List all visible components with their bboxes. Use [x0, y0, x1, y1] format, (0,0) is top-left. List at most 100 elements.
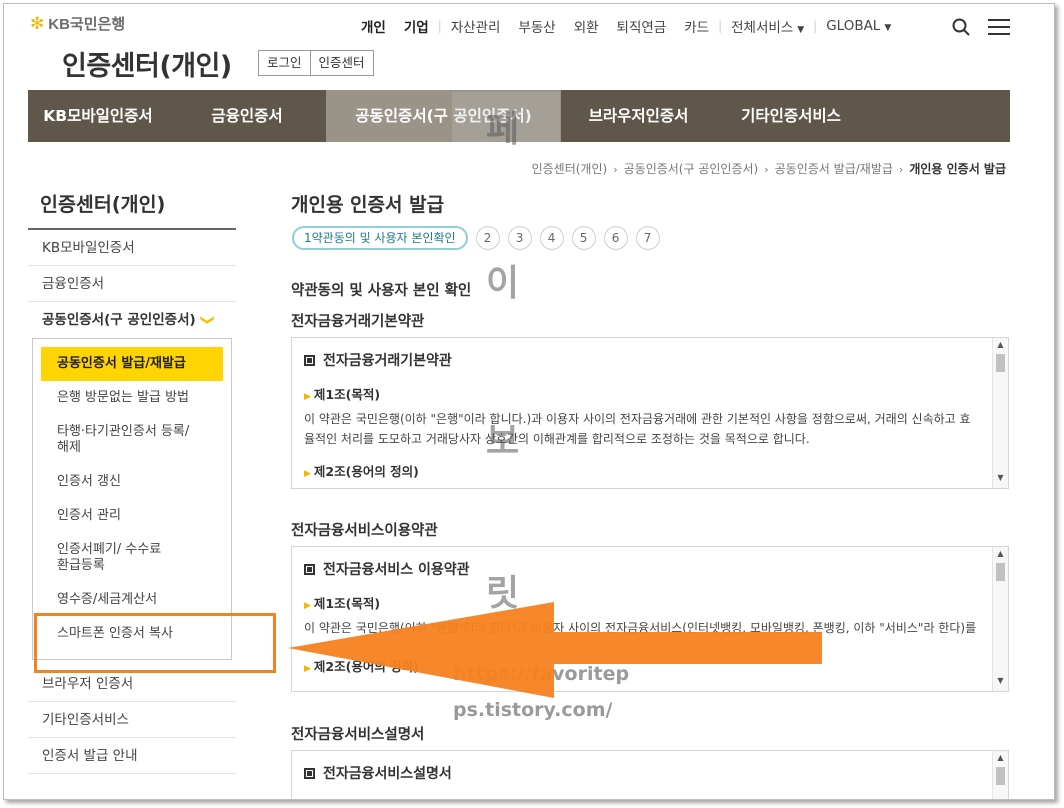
article-body: 이 약관은 국민은행(이하 "은행"이라 합니다.)과 이용자 사이의 전자금융…: [304, 412, 971, 446]
article-heading: ▶ 제1조(목적): [304, 384, 978, 403]
sidebar-item-kb-mobile[interactable]: KB모바일인증서: [28, 230, 236, 266]
step-number: 6: [603, 226, 628, 250]
terms-box-title-text: 전자금융거래기본약관: [323, 353, 452, 369]
terms-title: 전자금융서비스이용약관: [291, 523, 438, 539]
terms-box-title: 전자금융서비스 이용약관: [304, 559, 978, 579]
chevron-right-icon: ›: [613, 163, 618, 176]
gnb-tab-other-services[interactable]: 기타인증서비스: [716, 90, 866, 142]
step-number: 7: [635, 226, 660, 250]
gnb-tab-browser-cert[interactable]: 브라우저인증서: [561, 90, 716, 142]
chevron-right-icon: ›: [764, 163, 769, 176]
terms-scrollbar[interactable]: ▲ ▼: [992, 338, 1008, 488]
terms-box-title: 전자금융서비스설명서: [304, 763, 978, 783]
terms-box-title: 전자금융거래기본약관: [304, 350, 978, 370]
topnav-all-services-label: 전체서비스: [731, 20, 794, 36]
topnav-all-services[interactable]: 전체서비스 ▼: [722, 16, 813, 36]
sidebar-item-financial-cert[interactable]: 금융인증서: [28, 266, 236, 302]
terms-scrollbar[interactable]: ▲ ▼: [992, 547, 1008, 691]
square-bullet-icon: [304, 564, 315, 575]
terms-box[interactable]: 전자금융거래기본약관 ▶ 제1조(목적) 이 약관은 국민은행(이하 "은행"이라…: [291, 337, 1009, 489]
scroll-thumb[interactable]: [996, 767, 1005, 785]
search-icon[interactable]: [952, 18, 970, 36]
chevron-down-icon: ❯: [200, 314, 217, 326]
topnav-realestate[interactable]: 부동산: [509, 16, 564, 36]
breadcrumb-item[interactable]: 인증센터(개인): [532, 162, 608, 176]
sidebar-title: 인증센터(개인): [40, 193, 166, 216]
page-title: 개인용 인증서 발급: [291, 194, 445, 216]
terms-scrollbar[interactable]: ▲: [992, 751, 1008, 799]
step-number: 4: [539, 226, 564, 250]
scroll-up-icon[interactable]: ▲: [993, 549, 1008, 561]
section-heading: 약관동의 및 사용자 본인 확인: [291, 283, 472, 299]
top-navigation: 개인 기업 | 자산관리 부동산 외환 퇴직연금 카드 | 전체서비스 ▼ | G…: [352, 16, 900, 36]
kb-star-icon: ✻: [30, 13, 45, 34]
step-number: 3: [507, 226, 532, 250]
scroll-down-icon[interactable]: ▼: [993, 676, 1008, 688]
watermark-url: ps.tistory.com/: [453, 699, 613, 721]
scroll-thumb[interactable]: [996, 563, 1005, 581]
sidebar-after-items: 브라우저 인증서 기타인증서비스 인증서 발급 안내: [28, 666, 236, 774]
topnav-business[interactable]: 기업: [395, 16, 438, 36]
step-number: 5: [571, 226, 596, 250]
site-title: 인증센터(개인): [62, 51, 232, 82]
annotation-arrow-icon: [288, 602, 822, 698]
sidebar-item-other-services[interactable]: 기타인증서비스: [28, 702, 236, 738]
article-heading-text: 제2조(용어의 정의): [313, 464, 419, 479]
submenu-no-visit-issue[interactable]: 은행 방문없는 발급 방법: [33, 381, 231, 415]
terms-box-title-text: 전자금융서비스설명서: [323, 766, 452, 782]
scroll-thumb[interactable]: [996, 354, 1005, 372]
article-heading: ▶ 제2조(용어의 정의): [304, 461, 978, 480]
gnb-tab-financial-cert[interactable]: 금융인증서: [168, 90, 326, 142]
cert-center-button[interactable]: 인증센터: [309, 51, 373, 75]
login-button[interactable]: 로그인: [259, 51, 310, 75]
annotation-highlight-box: [34, 613, 276, 673]
submenu-manage[interactable]: 인증서 관리: [33, 499, 231, 533]
sidebar-item-issue-guide[interactable]: 인증서 발급 안내: [28, 738, 236, 774]
scroll-up-icon[interactable]: ▲: [993, 340, 1008, 352]
topnav-card[interactable]: 카드: [675, 16, 718, 36]
submenu-other-bank-register[interactable]: 타행·타기관인증서 등록/해제: [33, 415, 231, 465]
topnav-global[interactable]: GLOBAL ▼: [817, 18, 900, 34]
triangle-bullet-icon: ▶: [304, 469, 311, 479]
header-mini-tabs: 로그인 인증센터: [258, 50, 374, 76]
sidebar-item-label: 공동인증서(구 공인인증서): [42, 312, 196, 328]
logo-text: KB국민은행: [48, 16, 126, 33]
breadcrumb: 인증센터(개인) › 공동인증서(구 공인인증서) › 공동인증서 발급/재발급 › 개인용…: [532, 160, 1006, 177]
breadcrumb-current: 개인용 인증서 발급: [909, 162, 1006, 176]
triangle-bullet-icon: ▶: [304, 392, 311, 402]
submenu-renew[interactable]: 인증서 갱신: [33, 465, 231, 499]
kb-logo[interactable]: ✻ KB국민은행: [30, 13, 125, 34]
scroll-up-icon[interactable]: ▲: [993, 753, 1008, 765]
sidebar-menu: KB모바일인증서 금융인증서 공동인증서(구 공인인증서) ❯ 공동인증서 발급…: [28, 230, 236, 774]
watermark-char: 보: [486, 421, 520, 462]
topnav-global-label: GLOBAL: [826, 18, 881, 34]
submenu-receipt-invoice[interactable]: 영수증/세금계산서: [33, 583, 231, 617]
terms-title: 전자금융서비스설명서: [291, 727, 425, 743]
scroll-down-icon[interactable]: ▼: [993, 473, 1008, 485]
submenu-issue-reissue[interactable]: 공동인증서 발급/재발급: [41, 347, 223, 381]
sidebar-submenu: 공동인증서 발급/재발급 은행 방문없는 발급 방법 타행·타기관인증서 등록/…: [32, 338, 232, 660]
article-heading-text: 제1조(목적): [313, 387, 381, 402]
step-indicator: 1약관동의 및 사용자 본인확인 2 3 4 5 6 7: [292, 226, 660, 250]
hamburger-menu-icon[interactable]: [988, 19, 1010, 35]
topnav-asset[interactable]: 자산관리: [442, 16, 510, 36]
terms-title: 전자금융거래기본약관: [291, 314, 425, 330]
gnb-tab-kb-mobile[interactable]: KB모바일인증서: [28, 90, 168, 142]
topnav-pension[interactable]: 퇴직연금: [608, 16, 676, 36]
square-bullet-icon: [304, 355, 315, 366]
terms-box[interactable]: 전자금융서비스설명서 ▲: [291, 750, 1009, 799]
watermark-char: 이: [486, 263, 520, 304]
topnav-forex[interactable]: 외환: [565, 16, 608, 36]
breadcrumb-item[interactable]: 공동인증서(구 공인인증서): [624, 162, 759, 176]
sidebar-item-joint-cert[interactable]: 공동인증서(구 공인인증서) ❯: [28, 302, 236, 338]
chevron-right-icon: ›: [898, 163, 904, 176]
breadcrumb-item[interactable]: 공동인증서 발급/재발급: [775, 162, 893, 176]
caret-down-icon: ▼: [797, 25, 805, 35]
square-bullet-icon: [304, 768, 315, 779]
terms-content: 전자금융거래기본약관 ▶ 제1조(목적) 이 약관은 국민은행(이하 "은행"이라…: [292, 338, 1008, 480]
watermark-char: 페: [486, 109, 520, 150]
browser-frame: ✻ KB국민은행 개인 기업 | 자산관리 부동산 외환 퇴직연금 카드 | 전…: [3, 3, 1055, 800]
submenu-revoke-refund[interactable]: 인증서폐기/ 수수료환급등록: [33, 533, 231, 583]
topnav-personal[interactable]: 개인: [352, 16, 395, 36]
step-current: 1약관동의 및 사용자 본인확인: [292, 226, 468, 250]
